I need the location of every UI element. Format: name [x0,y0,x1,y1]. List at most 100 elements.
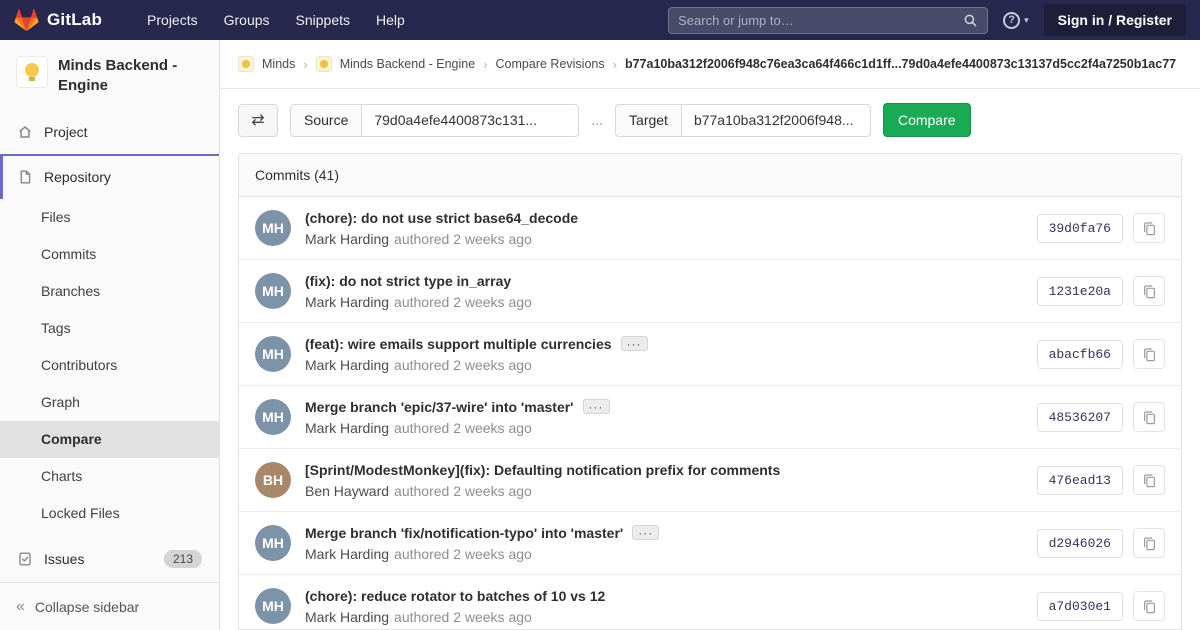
sidebar-subitem-label: Locked Files [41,505,120,521]
commit-sha-link[interactable]: abacfb66 [1037,340,1123,369]
swap-revisions-button[interactable]: ⇄ [238,104,278,137]
copy-sha-button[interactable] [1133,402,1165,432]
commit-row: MH (chore): do not use strict base64_dec… [239,197,1181,260]
commit-author-link[interactable]: Mark Harding [305,546,389,562]
commit-author-link[interactable]: Mark Harding [305,294,389,310]
commit-author-avatar[interactable]: MH [255,588,291,624]
copy-sha-button[interactable] [1133,528,1165,558]
source-label: Source [290,104,362,137]
sidebar-item-project[interactable]: Project [0,111,219,154]
breadcrumb-group-link[interactable]: Minds [262,57,295,71]
commit-author-link[interactable]: Mark Harding [305,231,389,247]
sign-in-button[interactable]: Sign in / Register [1044,4,1186,36]
collapse-chevrons-icon: « [16,598,25,616]
issues-count-badge: 213 [164,550,202,568]
project-avatar [16,56,48,88]
breadcrumb-compare-link[interactable]: Compare Revisions [496,57,605,71]
target-field-group: Target [615,104,871,137]
breadcrumb-current-revisions: b77a10ba312f2006f948c76ea3ca64f466c1d1ff… [625,57,1176,71]
commit-author-link[interactable]: Ben Hayward [305,483,389,499]
sidebar-subitem-contributors[interactable]: Contributors [0,347,219,384]
commit-sha-link[interactable]: 39d0fa76 [1037,214,1123,243]
expand-commit-message-button[interactable]: ··· [632,525,659,540]
commit-author-avatar[interactable]: MH [255,399,291,435]
commit-title-link[interactable]: (fix): do not strict type in_array [305,273,511,289]
sidebar-subitem-charts[interactable]: Charts [0,458,219,495]
commit-sha-link[interactable]: 48536207 [1037,403,1123,432]
commit-author-avatar[interactable]: BH [255,462,291,498]
commit-actions: 476ead13 [1037,465,1165,495]
sidebar-subitem-tags[interactable]: Tags [0,310,219,347]
commit-title-link[interactable]: (chore): do not use strict base64_decode [305,210,578,226]
project-context[interactable]: Minds Backend - Engine [0,40,219,111]
sidebar-subitem-label: Contributors [41,357,117,373]
help-menu[interactable]: ? ▾ [1003,12,1029,29]
commit-author-link[interactable]: Mark Harding [305,609,389,625]
global-search[interactable] [668,7,988,34]
commit-row: MH (fix): do not strict type in_array ··… [239,260,1181,323]
nav-link-snippets[interactable]: Snippets [283,3,363,37]
expand-commit-message-button[interactable]: ··· [621,336,648,351]
sidebar-subitem-label: Files [41,209,71,225]
target-input[interactable] [681,104,871,137]
copy-sha-button[interactable] [1133,339,1165,369]
commit-title-link[interactable]: (feat): wire emails support multiple cur… [305,336,612,352]
chevron-right-icon: › [613,57,617,72]
sidebar-subitem-graph[interactable]: Graph [0,384,219,421]
commit-actions: 48536207 [1037,402,1165,432]
breadcrumb-project-link[interactable]: Minds Backend - Engine [340,57,476,71]
compare-button[interactable]: Compare [883,103,971,137]
nav-link-help[interactable]: Help [363,3,418,37]
gitlab-logotype: GitLab [47,10,102,30]
commit-row: MH Merge branch 'fix/notification-typo' … [239,512,1181,575]
nav-link-groups[interactable]: Groups [211,3,283,37]
commit-actions: 1231e20a [1037,276,1165,306]
commit-title-link[interactable]: (chore): reduce rotator to batches of 10… [305,588,605,604]
commit-sha-link[interactable]: d2946026 [1037,529,1123,558]
sidebar-item-label: Issues [44,551,84,567]
copy-sha-button[interactable] [1133,276,1165,306]
sidebar-subitem-locked-files[interactable]: Locked Files [0,495,219,532]
minds-bulb-icon [25,63,39,77]
swap-icon: ⇄ [251,110,264,130]
sidebar-subitem-compare[interactable]: Compare [0,421,219,458]
repository-icon [17,169,33,185]
chevron-right-icon: › [303,57,307,72]
copy-sha-button[interactable] [1133,213,1165,243]
commit-sha-link[interactable]: 1231e20a [1037,277,1123,306]
copy-sha-button[interactable] [1133,465,1165,495]
commit-sha-link[interactable]: 476ead13 [1037,466,1123,495]
commit-meta-text: authored 2 weeks ago [394,420,532,436]
sidebar-subitem-branches[interactable]: Branches [0,273,219,310]
commit-title-link[interactable]: Merge branch 'fix/notification-typo' int… [305,525,623,541]
nav-link-projects[interactable]: Projects [134,3,211,37]
commit-author-link[interactable]: Mark Harding [305,357,389,373]
sidebar-item-repository[interactable]: Repository [0,156,219,199]
copy-sha-button[interactable] [1133,591,1165,621]
search-input[interactable] [678,13,963,28]
sidebar-subitem-label: Commits [41,246,96,262]
gitlab-logo[interactable]: GitLab [14,8,102,32]
commit-actions: d2946026 [1037,528,1165,558]
sidebar-item-issues[interactable]: Issues 213 [0,536,219,582]
project-title: Minds Backend - Engine [58,56,203,97]
commit-actions: 39d0fa76 [1037,213,1165,243]
project-avatar-icon [316,56,332,72]
collapse-sidebar-button[interactable]: « Collapse sidebar [0,582,219,630]
expand-commit-message-button[interactable]: ··· [583,399,610,414]
sidebar-subitem-label: Compare [41,431,102,447]
commit-title-link[interactable]: Merge branch 'epic/37-wire' into 'master… [305,399,574,415]
sidebar-item-label: Project [44,124,88,140]
commit-sha-link[interactable]: a7d030e1 [1037,592,1123,621]
commit-meta-text: authored 2 weeks ago [394,483,532,499]
commit-meta-text: authored 2 weeks ago [394,294,532,310]
commit-author-avatar[interactable]: MH [255,273,291,309]
commit-author-link[interactable]: Mark Harding [305,420,389,436]
sidebar-subitem-files[interactable]: Files [0,199,219,236]
sidebar-subitem-commits[interactable]: Commits [0,236,219,273]
commit-author-avatar[interactable]: MH [255,336,291,372]
commit-title-link[interactable]: [Sprint/ModestMonkey](fix): Defaulting n… [305,462,780,478]
source-input[interactable] [361,104,579,137]
commit-author-avatar[interactable]: MH [255,210,291,246]
commit-author-avatar[interactable]: MH [255,525,291,561]
